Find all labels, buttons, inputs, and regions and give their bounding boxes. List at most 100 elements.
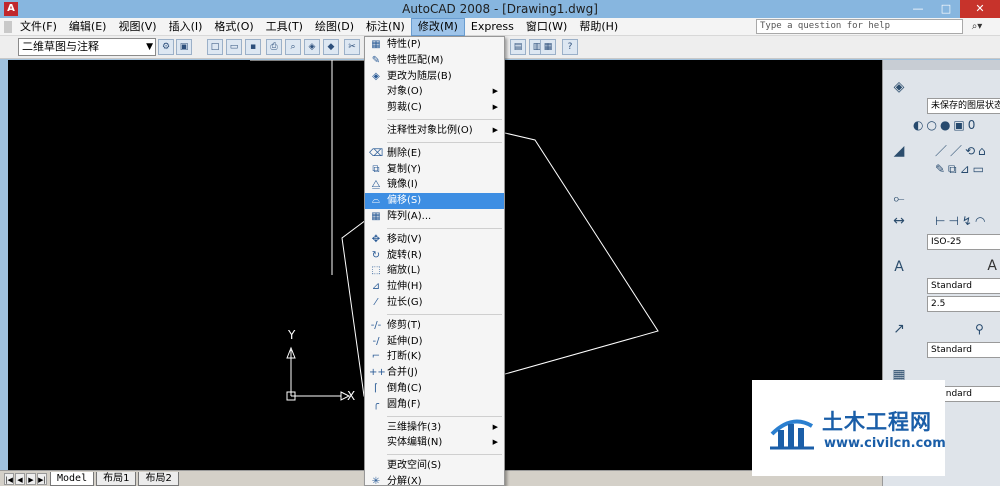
modify-menu-item[interactable]: -/- 修剪(T) xyxy=(365,318,504,334)
menu-item-0[interactable]: 文件(F) xyxy=(14,18,63,36)
menu-grip-icon[interactable] xyxy=(4,21,12,33)
menu-bar: 文件(F) 编辑(E) 视图(V) 插入(I) 格式(O) 工具(T) 绘图(D) 标注(N)… xyxy=(0,18,1000,36)
modify-menu-item[interactable]: -/ 延伸(D) xyxy=(365,334,504,350)
dimension-panel-icon[interactable]: ⟜ xyxy=(889,190,909,208)
modify-menu-item-label: 实体编辑(N) xyxy=(387,437,443,449)
modify-menu-item[interactable]: 更改空间(S) xyxy=(365,458,504,474)
modify-menu-item[interactable]: ▦ 特性(P) xyxy=(365,37,504,53)
help-search-input[interactable]: Type a question for help xyxy=(756,19,963,34)
cut-icon[interactable]: ✂ xyxy=(344,39,360,55)
multiline-text-icon[interactable]: A xyxy=(987,258,997,274)
modify-menu-item[interactable]: 剪裁(C) ▶ xyxy=(365,100,504,116)
layer-state-select[interactable]: 未保存的图层状态 xyxy=(927,98,1000,114)
menu-item-3[interactable]: 插入(I) xyxy=(163,18,209,36)
menu-separator xyxy=(387,141,502,143)
modify-menu-item-label: 延伸(D) xyxy=(387,335,423,347)
multileader-icon[interactable]: ↗ xyxy=(889,320,909,338)
tab-model[interactable]: Model xyxy=(50,471,95,486)
2d-draw-icon[interactable]: ◢ xyxy=(889,142,909,160)
modify-menu-item[interactable]: ++ 合并(J) xyxy=(365,365,504,381)
open-file-icon[interactable]: ▭ xyxy=(226,39,242,55)
text-style-select[interactable]: Standard xyxy=(927,278,1000,294)
modify-menu-item-label: 打断(K) xyxy=(387,351,422,363)
draw-tools-icon[interactable]: ／／⟲⌂ xyxy=(935,142,989,159)
layer-tools-icon[interactable]: ◐○●▣0 xyxy=(913,118,978,132)
customize-icon[interactable]: ▣ xyxy=(176,39,192,55)
leader-tools-icon[interactable]: ⚲ xyxy=(975,322,987,336)
modify-menu-item[interactable]: ⌈ 倒角(C) xyxy=(365,381,504,397)
modify-menu-item[interactable]: 实体编辑(N) ▶ xyxy=(365,435,504,451)
menu-item-2[interactable]: 视图(V) xyxy=(112,18,162,36)
last-tab-icon[interactable]: ▶| xyxy=(37,472,47,485)
palette-title-strip[interactable] xyxy=(883,60,1000,70)
calculator-icon[interactable]: ▦ xyxy=(540,39,556,55)
maximize-button[interactable]: □ xyxy=(932,0,960,18)
match-properties-icon: ✎ xyxy=(371,54,381,66)
mleader-style-select[interactable]: Standard xyxy=(927,342,1000,358)
modify-menu-item[interactable]: ↻ 旋转(R) xyxy=(365,248,504,264)
3d-dwf-icon[interactable]: ◆ xyxy=(323,39,339,55)
modify-menu-item[interactable]: ✥ 移动(V) xyxy=(365,232,504,248)
modify-menu-item[interactable]: ✳ 分解(X) xyxy=(365,474,504,485)
modify-menu-item[interactable]: 对象(O) ▶ xyxy=(365,84,504,100)
modify-menu-item[interactable]: ✎ 特性匹配(M) xyxy=(365,53,504,69)
menu-item-6[interactable]: 绘图(D) xyxy=(309,18,360,36)
watermark-name: 土木工程网 xyxy=(822,410,932,434)
modify-menu-item-label: 镜像(I) xyxy=(387,179,418,191)
menu-item-5[interactable]: 工具(T) xyxy=(260,18,309,36)
trim-icon: -/- xyxy=(370,319,382,331)
plot-preview-icon[interactable]: ⌕ xyxy=(285,39,301,55)
modify-menu-item[interactable]: ⌐ 打断(K) xyxy=(365,349,504,365)
menu-items: 文件(F) 编辑(E) 视图(V) 插入(I) 格式(O) 工具(T) 绘图(D) 标注(N)… xyxy=(14,18,624,36)
tab-layout1[interactable]: 布局1 xyxy=(96,471,137,486)
save-icon[interactable]: ▪ xyxy=(245,39,261,55)
modify-menu-item[interactable]: 注释性对象比例(O) ▶ xyxy=(365,123,504,139)
menu-item-7[interactable]: 标注(N) xyxy=(360,18,411,36)
window-controls: — □ ✕ xyxy=(904,0,1000,18)
modify-menu-item[interactable]: ⌓ 偏移(S) xyxy=(365,193,504,209)
modify-menu-item[interactable]: ⧋ 镜像(I) xyxy=(365,177,504,193)
modify-menu-item[interactable]: ▦ 阵列(A)... xyxy=(365,209,504,225)
dimension-tools-icon[interactable]: ⊢⊣↯◠ xyxy=(935,214,988,228)
minimize-button[interactable]: — xyxy=(904,0,932,18)
publish-icon[interactable]: ◈ xyxy=(304,39,320,55)
plot-icon[interactable]: ⎙ xyxy=(266,39,282,55)
dim-style-select[interactable]: ISO-25 xyxy=(927,234,1000,250)
modify-menu-item[interactable]: ⬚ 缩放(L) xyxy=(365,263,504,279)
dimension-panel: ⟜ ↔ ⊢⊣↯◠ ISO-25 xyxy=(883,190,1000,250)
modify-menu-item[interactable]: ⊿ 拉伸(H) xyxy=(365,279,504,295)
text-icon[interactable]: A xyxy=(889,258,909,276)
menu-separator xyxy=(387,118,502,120)
next-tab-icon[interactable]: ▶ xyxy=(26,472,36,485)
text-height-input[interactable]: 2.5 xyxy=(927,296,1000,312)
first-tab-icon[interactable]: |◀ xyxy=(4,472,14,485)
modify-menu-item[interactable]: 三维操作(3) ▶ xyxy=(365,420,504,436)
modify-tools-icon[interactable]: ✎⧉⊿▭ xyxy=(935,162,987,177)
modify-menu-item[interactable]: ╭ 圆角(F) xyxy=(365,397,504,413)
modify-menu-item[interactable]: ⧉ 复制(Y) xyxy=(365,162,504,178)
menu-item-1[interactable]: 编辑(E) xyxy=(63,18,113,36)
workspace-settings-icon[interactable]: ⚙ xyxy=(158,39,174,55)
modify-menu-item[interactable]: ⁄ 拉长(G) xyxy=(365,295,504,311)
layers-icon[interactable]: ◈ xyxy=(889,78,909,96)
menu-item-4[interactable]: 格式(O) xyxy=(208,18,259,36)
workspace-select[interactable]: 二维草图与注释 ▼ xyxy=(18,38,156,56)
modify-menu-item[interactable]: ◈ 更改为随层(B) xyxy=(365,69,504,85)
help-icon[interactable]: ? xyxy=(562,39,578,55)
menu-item-8[interactable]: 修改(M) xyxy=(410,18,465,36)
prev-tab-icon[interactable]: ◀ xyxy=(15,472,25,485)
modify-menu-item[interactable]: ⌫ 删除(E) xyxy=(365,146,504,162)
layers-panel: ◈ 未保存的图层状态 ◐○●▣0 xyxy=(883,76,1000,136)
menu-item-9[interactable]: Express xyxy=(465,18,520,36)
chamfer-icon: ⌈ xyxy=(374,382,378,394)
menu-item-11[interactable]: 帮助(H) xyxy=(573,18,624,36)
submenu-arrow-icon: ▶ xyxy=(492,438,498,447)
join-icon: ++ xyxy=(369,367,386,379)
menu-item-10[interactable]: 窗口(W) xyxy=(520,18,573,36)
toolpalette-icon[interactable]: ▤ xyxy=(510,39,526,55)
close-button[interactable]: ✕ xyxy=(960,0,1000,18)
new-file-icon[interactable]: □ xyxy=(207,39,223,55)
help-search-icon[interactable]: ⌕▾ xyxy=(966,19,988,34)
scale-icon: ⬚ xyxy=(371,265,381,277)
tab-layout2[interactable]: 布局2 xyxy=(138,471,179,486)
